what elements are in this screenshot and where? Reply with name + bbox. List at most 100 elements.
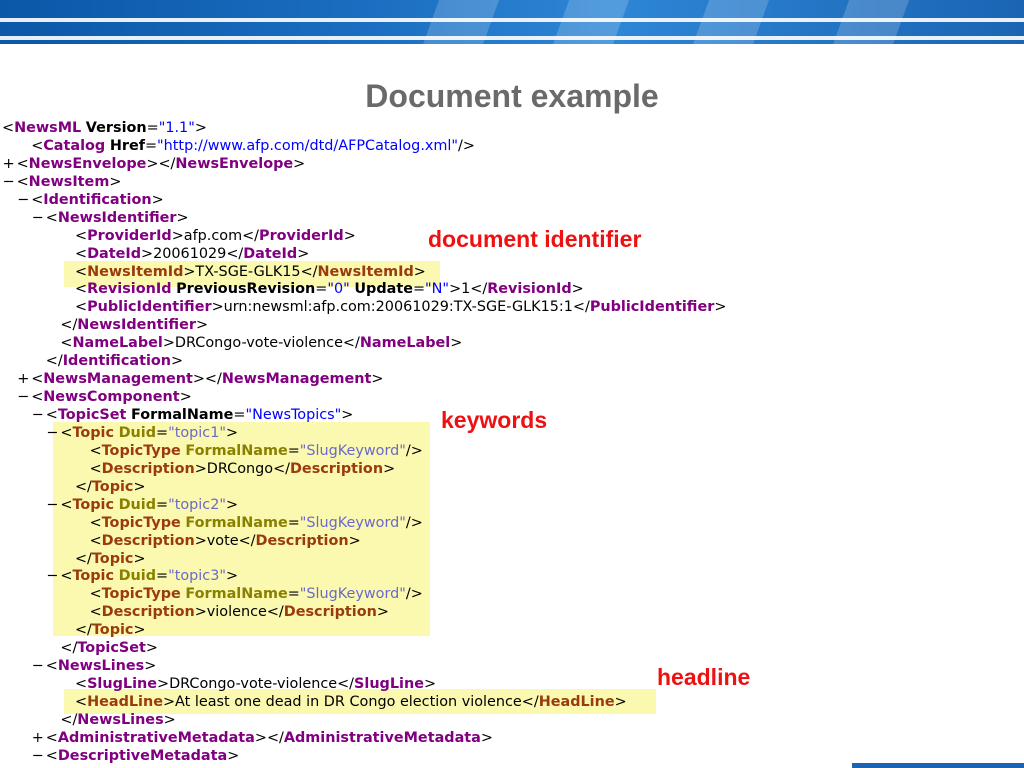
xml-attribute-value: "topic3": [168, 568, 226, 585]
xml-punctuation: >DRCongo-vote-violence</: [157, 676, 355, 693]
xml-punctuation: >DRCongo-vote-violence</: [162, 335, 360, 352]
xml-tag-name: DateId: [243, 245, 298, 262]
xml-punctuation: >: [225, 568, 239, 585]
xml-punctuation: >: [571, 281, 584, 298]
xml-punctuation: />: [458, 137, 475, 154]
xml-punctuation: <: [60, 424, 73, 441]
xml-punctuation: <: [89, 586, 102, 603]
xml-attribute-value: "topic2": [168, 496, 226, 513]
xml-tag-name: NewsML: [14, 120, 82, 136]
xml-tag-name: Description: [255, 532, 349, 549]
xml-punctuation: ></: [192, 371, 222, 388]
xml-punctuation: =: [287, 514, 300, 531]
collapse-toggle[interactable]: −: [17, 389, 29, 407]
expand-toggle[interactable]: +: [3, 156, 15, 174]
xml-punctuation: <: [45, 729, 58, 746]
xml-line: − <NewsItem>: [0, 174, 726, 192]
collapse-toggle[interactable]: −: [46, 425, 58, 443]
xml-tag-name: SlugLine: [87, 676, 158, 693]
xml-tag-name: NewsIdentifier: [57, 209, 177, 226]
xml-tag-name: Description: [289, 460, 384, 477]
xml-line: <NewsItemId>TX-SGE-GLK15</NewsItemId>: [0, 264, 726, 282]
xml-line: − <DescriptiveMetadata>: [0, 748, 726, 766]
xml-line: </Topic>: [0, 622, 726, 640]
xml-attribute-name: Version: [85, 120, 147, 136]
collapse-toggle[interactable]: −: [17, 192, 29, 210]
xml-line: + <NewsEnvelope></NewsEnvelope>: [0, 156, 726, 174]
xml-line: <SlugLine>DRCongo-vote-violence</SlugLin…: [0, 676, 726, 694]
xml-punctuation: >: [194, 120, 207, 136]
xml-punctuation: >: [133, 550, 146, 567]
xml-punctuation: <: [89, 460, 102, 477]
xml-attribute-name: PreviousRevision: [176, 281, 316, 298]
xml-punctuation: =: [412, 281, 426, 298]
xml-line: </Topic>: [0, 551, 726, 569]
collapse-toggle[interactable]: −: [3, 174, 15, 192]
xml-tag-name: Description: [283, 604, 377, 621]
collapse-toggle[interactable]: −: [32, 407, 44, 425]
xml-attribute-name: Href: [109, 137, 145, 154]
xml-line: <Catalog Href="http://www.afp.com/dtd/AF…: [0, 138, 726, 156]
xml-punctuation: <: [31, 137, 44, 154]
xml-punctuation: >afp.com</: [171, 227, 260, 244]
xml-attribute-name: Duid: [118, 424, 157, 441]
xml-tag-name: NewsEnvelope: [175, 155, 294, 172]
xml-punctuation: >: [614, 694, 627, 710]
xml-tag-name: Topic: [91, 478, 134, 495]
xml-punctuation: <: [89, 442, 102, 459]
xml-tag-name: NewsIdentifier: [77, 317, 196, 334]
expand-toggle[interactable]: +: [17, 371, 29, 389]
xml-punctuation: >: [225, 424, 239, 441]
xml-line: <TopicType FormalName="SlugKeyword"/>: [0, 586, 726, 604]
xml-punctuation: =: [156, 424, 169, 441]
keywords-label: keywords: [441, 407, 548, 433]
headline-label: headline: [657, 664, 751, 690]
xml-tag-name: NewsItemId: [317, 263, 414, 280]
xml-punctuation: >: [171, 353, 184, 370]
xml-tag-name: PublicIdentifier: [87, 299, 212, 316]
xml-tag-name: Description: [101, 532, 195, 549]
xml-attribute-name: FormalName: [185, 442, 288, 459]
xml-punctuation: <: [89, 532, 102, 549]
xml-punctuation: </: [60, 711, 78, 728]
xml-attribute-value: "N": [425, 281, 450, 298]
xml-punctuation: >violence</: [194, 604, 284, 621]
xml-punctuation: >: [133, 622, 146, 639]
xml-punctuation: <: [89, 514, 102, 531]
document-identifier-label: document identifier: [428, 226, 642, 252]
xml-tag-name: TopicType: [101, 514, 181, 531]
xml-punctuation: >At least one dead in DR Congo election …: [163, 694, 539, 710]
xml-punctuation: <: [2, 120, 15, 136]
collapse-toggle[interactable]: −: [32, 658, 44, 676]
xml-punctuation: =: [287, 586, 300, 603]
xml-line: </Topic>: [0, 479, 726, 497]
page-title: Document example: [365, 78, 659, 114]
collapse-toggle[interactable]: −: [32, 210, 44, 228]
xml-punctuation: >: [714, 299, 727, 316]
xml-tag-name: AdministrativeMetadata: [283, 729, 481, 746]
xml-tag-name: PublicIdentifier: [589, 299, 715, 316]
xml-punctuation: >: [133, 478, 146, 495]
xml-punctuation: <: [60, 568, 73, 585]
xml-tag-name: TopicType: [101, 442, 181, 459]
collapse-toggle[interactable]: −: [46, 497, 58, 515]
xml-tag-name: Topic: [72, 568, 115, 585]
xml-punctuation: >: [293, 155, 306, 172]
xml-tag-name: Topic: [72, 424, 115, 441]
xml-listing: −<NewsML Version="1.1"><Catalog Href="ht…: [0, 120, 726, 766]
xml-punctuation: >: [383, 460, 396, 477]
collapse-toggle[interactable]: −: [46, 568, 58, 586]
xml-punctuation: >: [480, 729, 493, 746]
xml-tag-name: NewsLines: [57, 658, 145, 675]
xml-punctuation: />: [405, 586, 423, 603]
xml-attribute-value: "SlugKeyword": [299, 586, 406, 603]
xml-line: + <NewsManagement></NewsManagement>: [0, 371, 726, 389]
xml-tag-name: Identification: [43, 191, 152, 208]
xml-punctuation: <: [16, 155, 29, 172]
collapse-toggle[interactable]: −: [32, 748, 44, 766]
expand-toggle[interactable]: +: [32, 730, 44, 748]
xml-punctuation: >: [423, 676, 437, 693]
xml-tag-name: NewsItemId: [87, 263, 184, 280]
xml-tag-name: Description: [101, 460, 195, 477]
xml-punctuation: >: [145, 640, 158, 657]
